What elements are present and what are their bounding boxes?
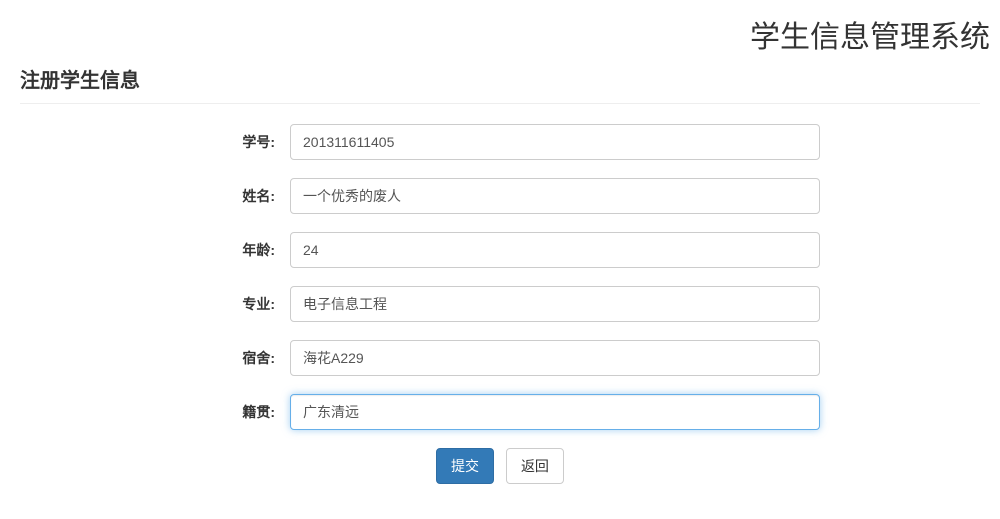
- age-label: 年龄:: [20, 240, 290, 260]
- major-label: 专业:: [20, 294, 290, 314]
- name-label: 姓名:: [20, 186, 290, 206]
- form-group-major: 专业:: [20, 286, 980, 322]
- dormitory-label: 宿舍:: [20, 348, 290, 368]
- dormitory-input[interactable]: [290, 340, 820, 376]
- native-place-input[interactable]: [290, 394, 820, 430]
- system-title: 学生信息管理系统: [20, 0, 990, 64]
- button-group: 提交 返回: [20, 448, 980, 484]
- back-button[interactable]: 返回: [506, 448, 564, 484]
- student-id-input[interactable]: [290, 124, 820, 160]
- form-group-student-id: 学号:: [20, 124, 980, 160]
- page-title: 注册学生信息: [20, 64, 980, 104]
- student-form: 学号: 姓名: 年龄: 专业: 宿舍: 籍贯: 提交 返回: [20, 124, 980, 484]
- student-id-label: 学号:: [20, 132, 290, 152]
- major-input[interactable]: [290, 286, 820, 322]
- form-group-age: 年龄:: [20, 232, 980, 268]
- name-input[interactable]: [290, 178, 820, 214]
- form-group-name: 姓名:: [20, 178, 980, 214]
- submit-button[interactable]: 提交: [436, 448, 494, 484]
- form-group-native-place: 籍贯:: [20, 394, 980, 430]
- form-group-dormitory: 宿舍:: [20, 340, 980, 376]
- native-place-label: 籍贯:: [20, 402, 290, 422]
- age-input[interactable]: [290, 232, 820, 268]
